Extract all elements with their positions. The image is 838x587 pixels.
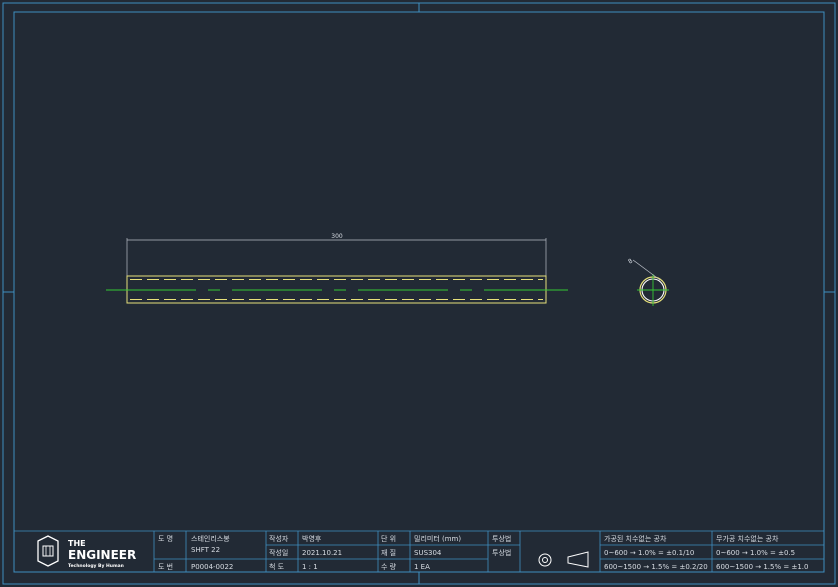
label-scale: 척 도: [269, 563, 285, 571]
machined-tolerance-row2: 600~1500 → 1.5% = ±0.2/20: [604, 563, 708, 571]
logo-tagline: Technology By Human: [68, 563, 124, 569]
value-drawing-name-2: SHFT 22: [191, 546, 220, 554]
label-unit: 단 위: [381, 534, 396, 543]
value-date: 2021.10.21: [302, 549, 342, 557]
value-author: 박영후: [302, 534, 322, 543]
company-logo: THE ENGINEER Technology By Human: [37, 535, 136, 569]
value-drawing-name-1: 스테인리스봉: [191, 534, 230, 543]
value-drawing-no: P0004-0022: [191, 563, 233, 571]
rod-end-view[interactable]: 8: [627, 258, 669, 306]
unmachined-tolerance-row1: 0~600 → 1.0% = ±0.5: [716, 549, 795, 557]
value-scale: 1 : 1: [302, 563, 318, 571]
drawing-sheet: 300 8 THE ENGINEER Technology By Human 도…: [2, 2, 836, 585]
value-quantity: 1 EA: [414, 563, 430, 571]
rod-side-view[interactable]: 300: [106, 233, 568, 304]
inner-border: [13, 11, 825, 573]
unmachined-tolerance-title: 무가공 치수없는 공차: [716, 534, 779, 543]
machined-tolerance-row1: 0~600 → 1.0% = ±0.1/10: [604, 549, 694, 557]
dimension-length-text: 300: [331, 233, 343, 240]
outer-border: [2, 2, 836, 585]
dimension-diameter-text: 8: [627, 258, 634, 266]
label-projection-method: 투상법: [492, 548, 511, 557]
label-author: 작성자: [269, 534, 289, 543]
value-material: SUS304: [414, 549, 442, 557]
logo-line1: THE: [68, 539, 86, 548]
label-drawing-no: 도 번: [158, 562, 173, 571]
logo-hexagon-icon: [37, 535, 59, 567]
diameter-leader: [632, 259, 661, 281]
label-date: 작성일: [269, 548, 288, 557]
label-material: 재 질: [381, 549, 396, 557]
label-projection: 투상법: [492, 534, 511, 543]
label-drawing-name: 도 명: [158, 534, 173, 543]
label-quantity: 수 량: [381, 563, 397, 571]
third-angle-projection-icon: [538, 551, 589, 568]
logo-line2: ENGINEER: [68, 548, 136, 562]
unmachined-tolerance-row2: 600~1500 → 1.5% = ±1.0: [716, 563, 808, 571]
machined-tolerance-title: 가공된 치수없는 공차: [604, 534, 667, 543]
value-unit: 밀리미터 (mm): [414, 534, 461, 543]
